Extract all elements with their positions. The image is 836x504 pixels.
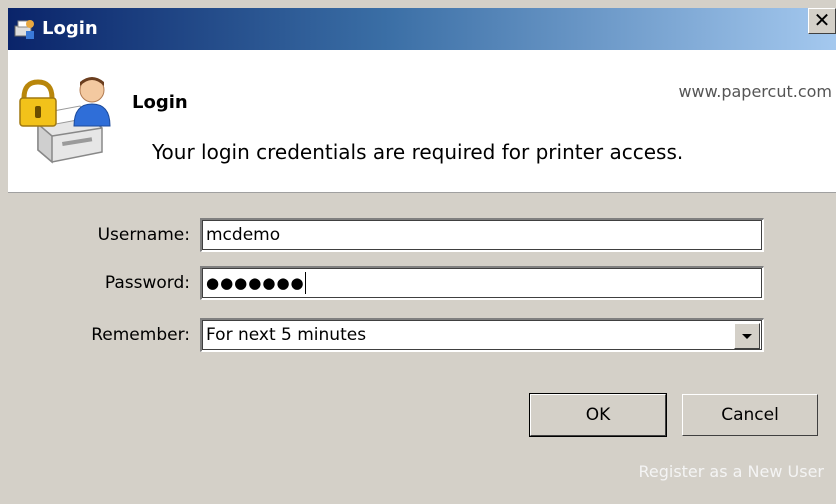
title-bar[interactable]: Login — [8, 8, 836, 50]
ok-button[interactable]: OK — [529, 393, 667, 437]
printer-lock-user-icon — [19, 77, 111, 164]
chevron-down-icon[interactable] — [734, 323, 760, 349]
password-label: Password: — [104, 273, 190, 293]
dialog-header: Login www.papercut.com Your login creden… — [8, 50, 836, 193]
remember-selected-value: For next 5 minutes — [206, 325, 367, 345]
username-row: Username: mcdemo — [0, 218, 836, 252]
header-title: Login — [132, 92, 188, 113]
remember-select[interactable]: For next 5 minutes — [200, 318, 764, 352]
papercut-url: www.papercut.com — [678, 82, 832, 101]
password-row: Password: ●●●●●●● — [0, 266, 836, 300]
username-input[interactable]: mcdemo — [200, 218, 764, 252]
window-title: Login — [42, 18, 98, 39]
password-value: ●●●●●●● — [206, 274, 305, 292]
register-new-user-link[interactable]: Register as a New User — [638, 462, 824, 481]
password-input[interactable]: ●●●●●●● — [200, 266, 764, 300]
text-caret — [304, 272, 306, 294]
close-button[interactable]: ✕ — [808, 8, 836, 34]
username-label: Username: — [97, 225, 190, 245]
papercut-app-icon — [14, 20, 34, 39]
header-description: Your login credentials are required for … — [152, 140, 684, 164]
login-dialog: Login ✕ Login www.papercut.com Your logi… — [0, 0, 836, 504]
remember-label: Remember: — [91, 325, 190, 345]
remember-row: Remember: For next 5 minutes — [0, 318, 836, 352]
cancel-button[interactable]: Cancel — [682, 394, 818, 436]
